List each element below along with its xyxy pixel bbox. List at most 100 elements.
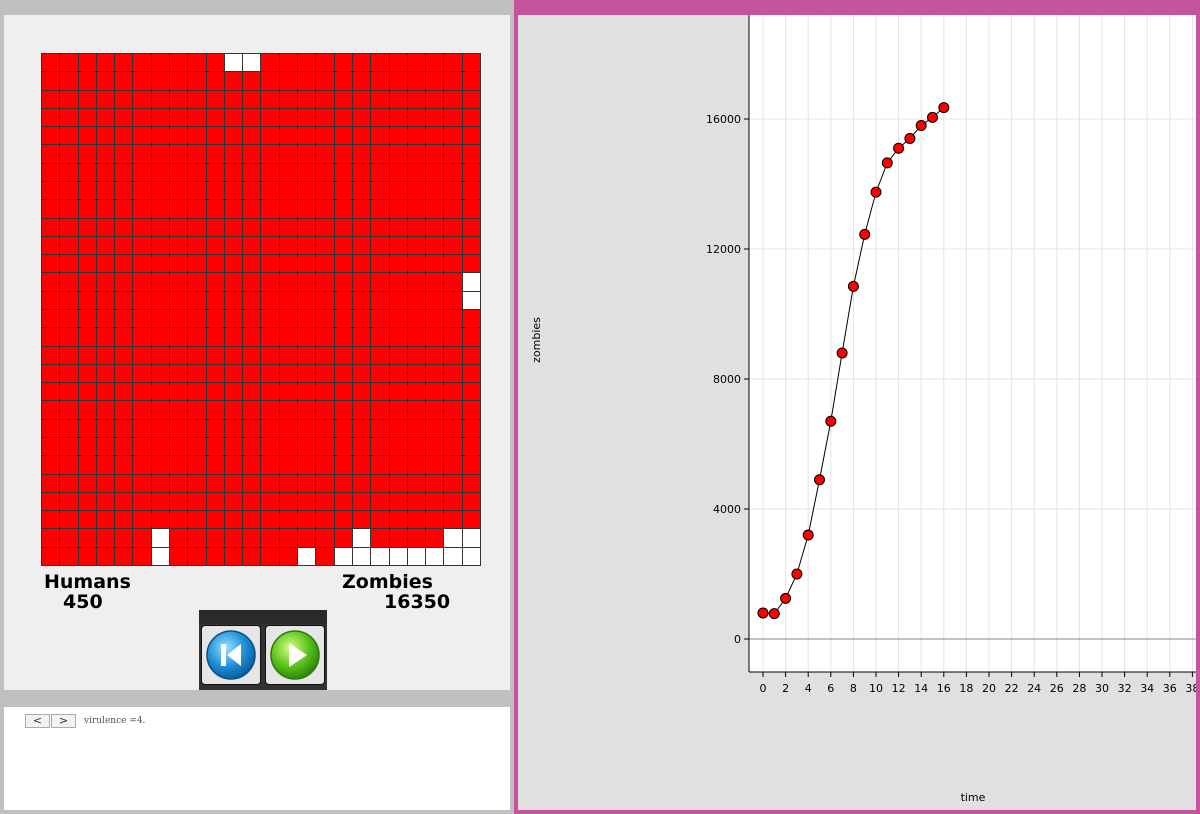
zombie-cell [133, 200, 151, 218]
zombie-cell [316, 383, 334, 401]
zombie-cell [298, 236, 316, 255]
y-tick-label: 8000 [713, 373, 741, 386]
zombie-cell [170, 511, 188, 529]
zombie-cell [389, 72, 407, 90]
data-point [802, 529, 814, 541]
zombie-cell [60, 511, 78, 529]
zombie-cell [42, 328, 60, 346]
zombie-cell [151, 456, 170, 474]
zombie-cell [243, 456, 261, 474]
zombie-cell [96, 511, 115, 529]
zombie-cell [115, 346, 133, 364]
zombie-cell [444, 474, 462, 492]
zombie-cell [444, 163, 462, 181]
zombie-cell [188, 511, 206, 529]
zombie-cell [279, 529, 298, 547]
zombie-cell [115, 273, 133, 291]
humans-label: Humans [44, 571, 131, 593]
zombie-cell [224, 364, 243, 383]
zombie-cell [151, 364, 170, 383]
zombie-cell [298, 163, 316, 181]
zombie-cell [261, 145, 279, 163]
zombie-cell [243, 529, 261, 547]
zombie-cell [206, 200, 224, 218]
zombie-cell [407, 182, 426, 200]
zombie-cell [407, 127, 426, 145]
zombie-cell [243, 72, 261, 90]
zombie-cell [60, 54, 78, 72]
zombie-cell [188, 218, 206, 236]
zombie-cell [170, 54, 188, 72]
y-tick-label: 16000 [706, 113, 741, 126]
zombie-cell [96, 310, 115, 328]
x-tick-label: 28 [1072, 682, 1086, 695]
zombie-cell [279, 328, 298, 346]
zombie-cell [279, 54, 298, 72]
zombie-cell [78, 291, 96, 309]
zombie-cell [279, 310, 298, 328]
zombie-cell [42, 511, 60, 529]
zombie-cell [316, 346, 334, 364]
zombie-cell [188, 547, 206, 565]
zombie-cell [115, 218, 133, 236]
zombie-cell [316, 54, 334, 72]
rewind-button[interactable] [201, 625, 261, 685]
zombie-cell [133, 438, 151, 456]
prev-button[interactable]: < [25, 714, 50, 728]
zombie-cell [426, 346, 444, 364]
zombie-cell [444, 218, 462, 236]
zombie-cell [115, 310, 133, 328]
zombie-cell [224, 547, 243, 565]
zombie-cell [389, 218, 407, 236]
zombie-cell [352, 291, 371, 309]
zombie-cell [96, 200, 115, 218]
zombie-cell [96, 364, 115, 383]
play-icon [270, 630, 320, 680]
zombie-cell [279, 474, 298, 492]
zombie-cell [426, 364, 444, 383]
zombie-cell [60, 328, 78, 346]
zombie-cell [426, 182, 444, 200]
zombie-cell [426, 438, 444, 456]
zombie-cell [42, 419, 60, 437]
play-button[interactable] [265, 625, 325, 685]
zombie-cell [151, 72, 170, 90]
zombie-cell [60, 383, 78, 401]
zombie-cell [407, 108, 426, 127]
zombie-cell [389, 364, 407, 383]
zombie-cell [188, 456, 206, 474]
zombie-cell [133, 328, 151, 346]
data-point [859, 228, 871, 240]
zombie-cell [261, 108, 279, 127]
next-button[interactable]: > [51, 714, 76, 728]
human-cell [352, 547, 371, 565]
zombie-cell [316, 401, 334, 419]
zombie-cell [316, 474, 334, 492]
zombie-cell [316, 456, 334, 474]
zombie-cell [42, 474, 60, 492]
zombie-cell [42, 346, 60, 364]
zombie-cell [352, 182, 371, 200]
human-cell [224, 54, 243, 72]
zombie-cell [389, 401, 407, 419]
zombie-cell [243, 291, 261, 309]
zombie-cell [188, 419, 206, 437]
zombie-cell [279, 218, 298, 236]
zombie-cell [188, 108, 206, 127]
zombie-cell [243, 328, 261, 346]
zombie-cell [389, 182, 407, 200]
zombie-cell [206, 364, 224, 383]
zombie-cell [316, 127, 334, 145]
zombie-cell [371, 90, 389, 108]
zombie-cell [426, 511, 444, 529]
zombie-cell [115, 54, 133, 72]
zombie-cell [133, 346, 151, 364]
zombie-cell [407, 456, 426, 474]
y-tick-label: 12000 [706, 243, 741, 256]
zombie-cell [243, 419, 261, 437]
zombie-cell [188, 182, 206, 200]
zombie-cell [151, 310, 170, 328]
zombie-cell [316, 108, 334, 127]
zombie-cell [133, 364, 151, 383]
zombie-cell [261, 291, 279, 309]
